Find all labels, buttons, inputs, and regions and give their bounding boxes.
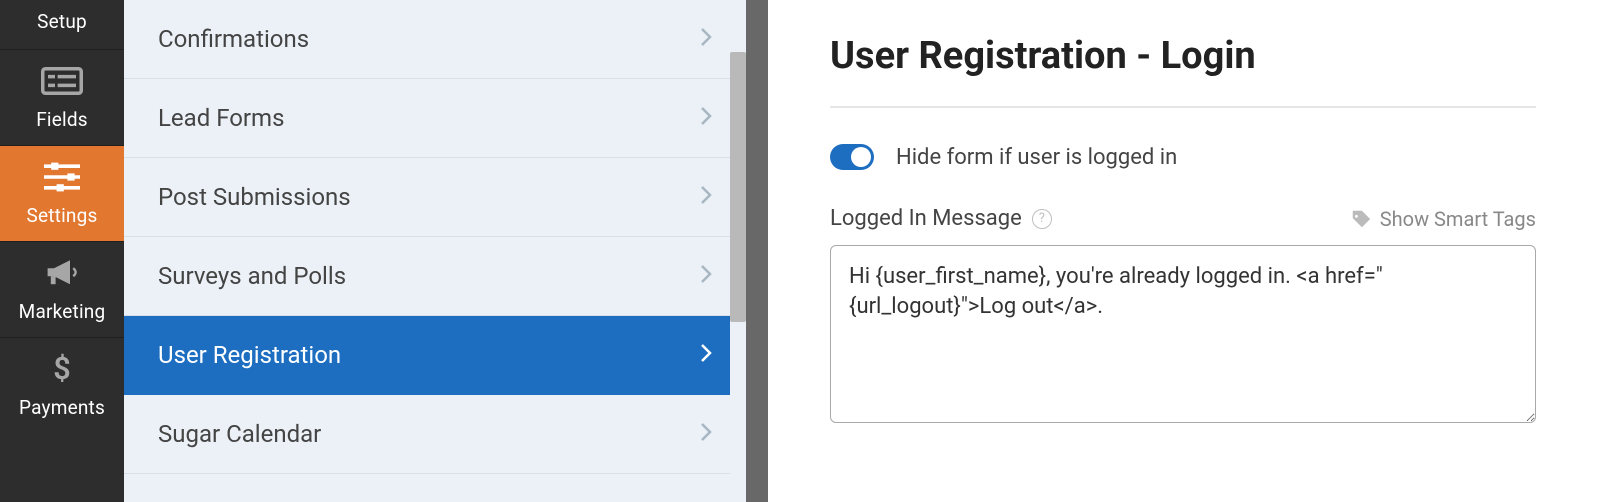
- nav-item-setup[interactable]: Setup: [0, 0, 124, 50]
- section-divider: [830, 106, 1536, 108]
- chevron-right-icon: [700, 25, 712, 53]
- chevron-right-icon: [700, 420, 712, 448]
- nav-label: Setup: [37, 10, 87, 33]
- message-field-label: Logged In Message: [830, 206, 1022, 231]
- panel-item-label: Surveys and Polls: [158, 262, 346, 290]
- nav-item-settings[interactable]: Settings: [0, 146, 124, 242]
- logged-in-message-textarea[interactable]: [830, 245, 1536, 423]
- nav-label: Payments: [19, 396, 105, 419]
- panel-item-label: Lead Forms: [158, 104, 284, 132]
- settings-panel: Confirmations Lead Forms Post Submission…: [124, 0, 746, 502]
- nav-item-fields[interactable]: Fields: [0, 50, 124, 146]
- chevron-right-icon: [700, 341, 712, 369]
- page-title: User Registration - Login: [830, 34, 1536, 78]
- panel-item-confirmations[interactable]: Confirmations: [124, 0, 746, 79]
- hide-form-toggle[interactable]: [830, 144, 874, 170]
- nav-item-marketing[interactable]: Marketing: [0, 242, 124, 338]
- toggle-knob: [851, 147, 871, 167]
- sliders-icon: [40, 160, 84, 194]
- dollar-icon: $: [40, 352, 84, 386]
- help-icon[interactable]: ?: [1032, 209, 1052, 229]
- fields-icon: [40, 64, 84, 98]
- panel-item-user-registration[interactable]: User Registration: [124, 316, 746, 395]
- panel-item-post-submissions[interactable]: Post Submissions: [124, 158, 746, 237]
- show-smart-tags-button[interactable]: Show Smart Tags: [1350, 207, 1536, 231]
- scrollbar-thumb[interactable]: [730, 52, 746, 322]
- hide-form-toggle-row: Hide form if user is logged in: [830, 144, 1536, 170]
- chevron-right-icon: [700, 104, 712, 132]
- panel-item-label: User Registration: [158, 341, 341, 369]
- chevron-right-icon: [700, 262, 712, 290]
- panel-item-label: Sugar Calendar: [158, 420, 321, 448]
- tag-icon: [1350, 208, 1372, 230]
- smart-tags-label: Show Smart Tags: [1380, 207, 1536, 231]
- panel-item-surveys-polls[interactable]: Surveys and Polls: [124, 237, 746, 316]
- panel-scrollbar[interactable]: [730, 0, 746, 502]
- panel-item-sugar-calendar[interactable]: Sugar Calendar: [124, 395, 746, 474]
- field-label-group: Logged In Message ?: [830, 206, 1052, 231]
- panel-item-label: Post Submissions: [158, 183, 351, 211]
- bullhorn-icon: [40, 256, 84, 290]
- nav-item-payments[interactable]: $ Payments: [0, 338, 124, 433]
- message-field-header: Logged In Message ? Show Smart Tags: [830, 206, 1536, 231]
- main-content: User Registration - Login Hide form if u…: [768, 0, 1600, 502]
- svg-text:$: $: [53, 352, 70, 386]
- toggle-label: Hide form if user is logged in: [896, 145, 1177, 170]
- nav-label: Settings: [27, 204, 98, 227]
- panel-item-label: Confirmations: [158, 25, 309, 53]
- primary-nav: Setup Fields Settings Marketing $ Paymen…: [0, 0, 124, 502]
- nav-label: Fields: [36, 108, 88, 131]
- nav-label: Marketing: [19, 300, 106, 323]
- chevron-right-icon: [700, 183, 712, 211]
- panel-divider: [746, 0, 768, 502]
- panel-item-lead-forms[interactable]: Lead Forms: [124, 79, 746, 158]
